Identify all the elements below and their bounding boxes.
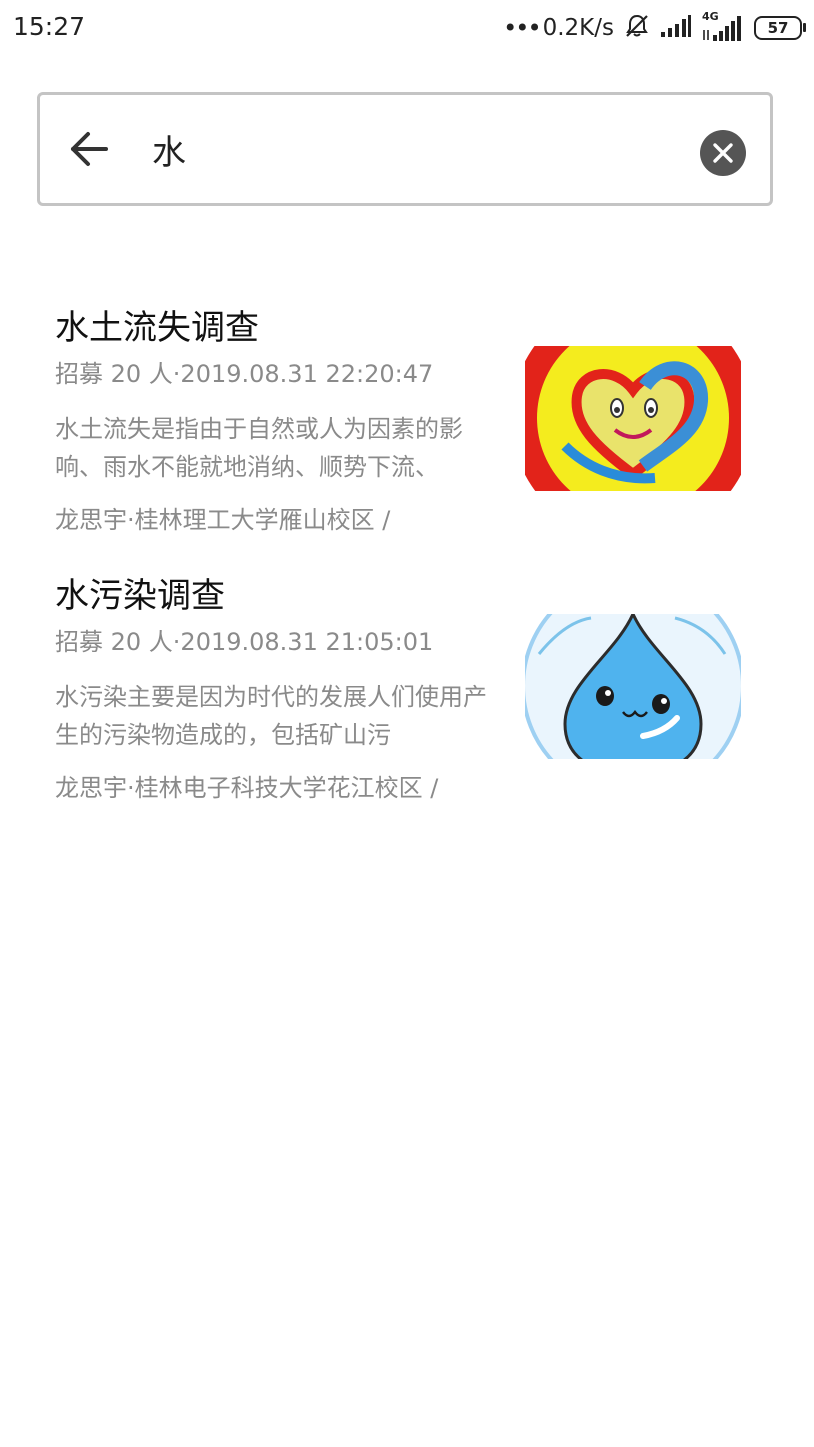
net-speed-value: 0.2K/s <box>542 15 614 41</box>
result-title: 水土流失调查 <box>55 308 259 348</box>
battery-icon: 57 <box>754 16 806 40</box>
arrow-left-icon <box>71 132 108 166</box>
status-bar: 15:27 ••• 0.2K/s 4G 57 <box>0 0 814 56</box>
search-input[interactable] <box>152 123 672 175</box>
status-time: 15:27 <box>13 12 86 41</box>
mute-icon <box>624 13 650 43</box>
back-button[interactable] <box>66 126 112 172</box>
net-speed: ••• 0.2K/s <box>503 15 614 41</box>
signal-icon <box>660 14 692 42</box>
result-description: 水土流失是指由于自然或人为因素的影响、雨水不能就地消纳、顺势下流、 <box>55 415 463 481</box>
more-dots-icon: ••• <box>503 14 541 42</box>
result-meta: 招募 20 人·2019.08.31 22:20:47 <box>55 360 434 388</box>
heart-logo-thumbnail <box>525 346 741 491</box>
search-bar <box>37 92 773 206</box>
search-result-item[interactable]: 水土流失调查 招募 20 人·2019.08.31 22:20:47 水土流失是… <box>55 306 755 546</box>
status-icons: ••• 0.2K/s 4G 57 <box>503 10 806 44</box>
clear-circle-icon <box>713 143 733 163</box>
result-title: 水污染调查 <box>55 576 225 616</box>
search-result-item[interactable]: 水污染调查 招募 20 人·2019.08.31 21:05:01 水污染主要是… <box>55 574 755 814</box>
result-description: 水污染主要是因为时代的发展人们使用产生的污染物造成的，包括矿山污 <box>55 683 487 749</box>
result-footer: 龙思宇·桂林理工大学雁山校区 / <box>55 506 391 534</box>
water-drop-thumbnail <box>525 614 741 759</box>
battery-level: 57 <box>767 19 789 37</box>
result-footer: 龙思宇·桂林电子科技大学花江校区 / <box>55 774 439 802</box>
signal-4g-icon: 4G <box>702 10 744 42</box>
result-meta: 招募 20 人·2019.08.31 21:05:01 <box>55 628 434 656</box>
clear-button[interactable] <box>700 130 746 176</box>
